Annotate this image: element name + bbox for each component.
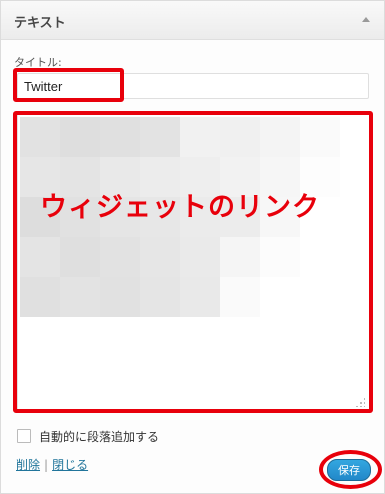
mosaic-tile [100,117,140,157]
widget-actions: 削除 | 閉じる [16,456,88,473]
autop-label: 自動的に段落追加する [39,430,160,444]
mosaic-tile [20,117,60,157]
mosaic-tile [20,237,60,277]
mosaic-tile [260,117,300,157]
resize-grip-icon[interactable] [355,397,365,407]
mosaic-tile [300,277,340,317]
mosaic-tile [100,277,140,317]
mosaic-tile [140,117,180,157]
delete-link[interactable]: 削除 [16,458,40,472]
triangle-up-icon[interactable] [362,17,370,22]
title-input[interactable] [17,73,369,99]
mosaic-tile [140,277,180,317]
mosaic-tile [180,117,220,157]
autop-checkbox[interactable] [17,429,31,443]
mosaic-tile [60,237,100,277]
mosaic-tile [260,237,300,277]
mosaic-tile [60,117,100,157]
widget-header[interactable]: テキスト [1,1,384,40]
mosaic-tile [20,277,60,317]
mosaic-tile [180,277,220,317]
text-widget: テキスト タイトル: ウィジェットのリンク 自動的に段落追加する 削除|閉じる … [0,0,385,494]
mosaic-tile [140,237,180,277]
mosaic-tile [220,277,260,317]
save-button[interactable]: 保存 [327,459,371,481]
mosaic-tile [60,277,100,317]
mosaic-tile [220,237,260,277]
widget-title: テキスト [14,16,66,31]
mosaic-tile [300,117,340,157]
mosaic-tile [100,237,140,277]
mosaic-tile [260,277,300,317]
content-annotation: ウィジェットのリンク [40,192,320,223]
mosaic-tile [220,117,260,157]
title-field-label: タイトル: [14,56,62,69]
mosaic-tile [300,237,340,277]
link-separator: | [44,458,49,472]
close-link[interactable]: 閉じる [52,458,88,472]
mosaic-tile [180,237,220,277]
content-textarea[interactable]: ウィジェットのリンク [17,114,370,412]
